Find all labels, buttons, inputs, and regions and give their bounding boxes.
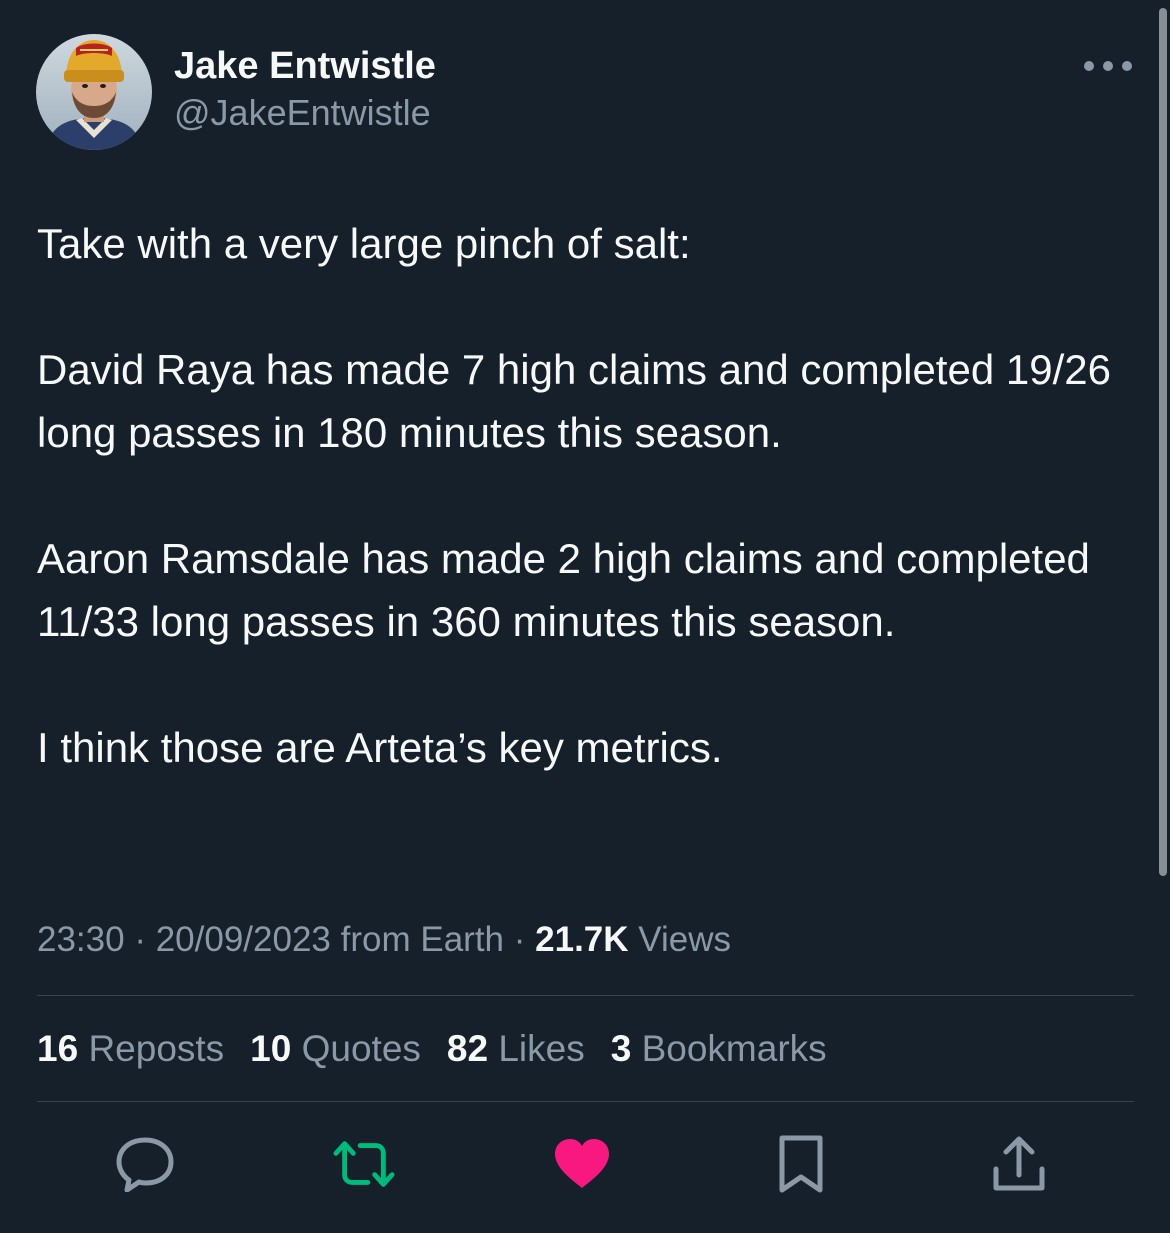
avatar[interactable] bbox=[36, 34, 152, 150]
stat-count: 16 bbox=[37, 1028, 79, 1069]
tweet-text: Take with a very large pinch of salt: Da… bbox=[37, 212, 1117, 779]
engagement-stats: 16 Reposts 10 Quotes 82 Likes 3 Bookmark… bbox=[37, 1023, 853, 1075]
tweet-paragraph: David Raya has made 7 high claims and co… bbox=[37, 346, 1111, 456]
dot bbox=[1103, 61, 1113, 71]
stat-label: Bookmarks bbox=[641, 1028, 827, 1069]
scrollbar[interactable] bbox=[1159, 8, 1167, 876]
divider bbox=[37, 995, 1134, 996]
like-button[interactable] bbox=[551, 1134, 613, 1194]
bookmark-icon bbox=[779, 1135, 823, 1193]
stat-label: Likes bbox=[498, 1028, 585, 1069]
meta-separator: · bbox=[513, 920, 526, 959]
stat-label: Quotes bbox=[301, 1028, 421, 1069]
divider bbox=[37, 1101, 1134, 1102]
tweet-paragraph: Take with a very large pinch of salt: bbox=[37, 220, 691, 267]
stat-count: 3 bbox=[610, 1028, 632, 1069]
reply-button[interactable] bbox=[114, 1134, 176, 1194]
avatar-photo bbox=[36, 34, 152, 150]
action-bar bbox=[0, 1134, 1170, 1194]
tweet-date[interactable]: 20/09/2023 bbox=[156, 920, 331, 959]
stat-count: 10 bbox=[250, 1028, 292, 1069]
user-handle[interactable]: @JakeEntwistle bbox=[174, 88, 436, 138]
share-button[interactable] bbox=[988, 1134, 1050, 1194]
repost-button[interactable] bbox=[333, 1134, 395, 1194]
tweet-detail-page: Jake Entwistle @JakeEntwistle Take with … bbox=[0, 0, 1170, 1233]
tweet-paragraph: I think those are Arteta’s key metrics. bbox=[37, 724, 723, 771]
views-label: Views bbox=[638, 920, 732, 959]
stat-label: Reposts bbox=[88, 1028, 225, 1069]
stat-likes[interactable]: 82 Likes bbox=[447, 1023, 585, 1075]
stat-quotes[interactable]: 10 Quotes bbox=[250, 1023, 421, 1075]
tweet-header: Jake Entwistle @JakeEntwistle bbox=[36, 34, 436, 150]
repost-icon bbox=[333, 1141, 395, 1187]
dot bbox=[1084, 61, 1094, 71]
tweet-meta: 23:30 · 20/09/2023 from Earth · 21.7K Vi… bbox=[37, 914, 731, 966]
display-name[interactable]: Jake Entwistle bbox=[174, 44, 436, 88]
views-count[interactable]: 21.7K bbox=[535, 920, 628, 959]
like-icon bbox=[555, 1139, 609, 1188]
tweet-time[interactable]: 23:30 bbox=[37, 920, 125, 959]
tweet-source: from Earth bbox=[340, 920, 505, 959]
bookmark-button[interactable] bbox=[770, 1134, 832, 1194]
share-icon bbox=[993, 1136, 1045, 1191]
meta-separator: · bbox=[134, 920, 146, 959]
more-options-icon[interactable] bbox=[1084, 54, 1132, 78]
stat-reposts[interactable]: 16 Reposts bbox=[37, 1023, 224, 1075]
tweet-paragraph: Aaron Ramsdale has made 2 high claims an… bbox=[37, 535, 1090, 645]
user-names: Jake Entwistle @JakeEntwistle bbox=[174, 44, 436, 138]
stat-count: 82 bbox=[446, 1028, 489, 1069]
stat-bookmarks[interactable]: 3 Bookmarks bbox=[611, 1023, 827, 1075]
reply-icon bbox=[116, 1137, 174, 1192]
dot bbox=[1122, 61, 1132, 71]
